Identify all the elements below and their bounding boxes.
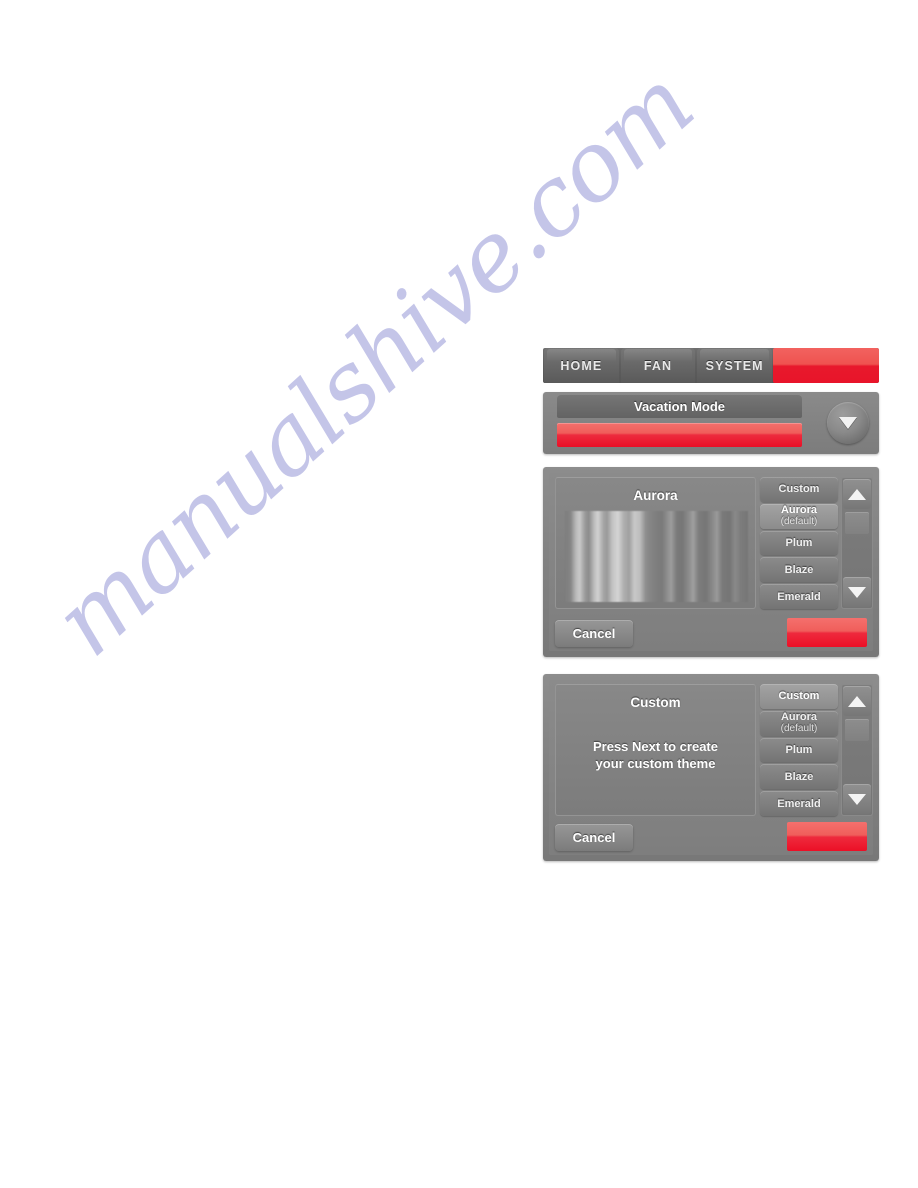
scroll-down-circle-button[interactable] xyxy=(827,402,869,444)
theme-option-custom[interactable]: Custom xyxy=(760,477,838,502)
theme-option-sublabel: (default) xyxy=(780,723,818,735)
theme-preview-title: Custom xyxy=(630,695,681,710)
tab-fan[interactable]: FAN xyxy=(620,348,696,383)
theme-preview: Custom Press Next to create your custom t… xyxy=(555,684,756,816)
theme-preview-stripes xyxy=(565,511,748,602)
tab-system[interactable]: SYSTEM xyxy=(697,348,773,383)
next-button[interactable] xyxy=(787,618,867,647)
theme-option-list: Custom Aurora (default) Plum Blaze Emera… xyxy=(760,477,838,609)
triangle-up-icon xyxy=(848,488,866,500)
vacation-mode-screenshot: Vacation Mode xyxy=(543,392,879,454)
navbar: HOME FAN SYSTEM xyxy=(543,348,879,383)
theme-list-scrollbar[interactable] xyxy=(841,684,873,816)
theme-picker-aurora-screenshot: Aurora Custom Aurora (default) Plum Blaz… xyxy=(543,467,879,657)
theme-picker-bezel: Aurora Custom Aurora (default) Plum Blaz… xyxy=(543,467,879,657)
scroll-up-button[interactable] xyxy=(843,686,871,716)
scrollbar-thumb[interactable] xyxy=(845,512,869,534)
theme-option-emerald[interactable]: Emerald xyxy=(760,791,838,816)
theme-picker-screen: Aurora Custom Aurora (default) Plum Blaz… xyxy=(549,473,873,651)
theme-option-label: Emerald xyxy=(777,797,821,810)
theme-option-aurora[interactable]: Aurora (default) xyxy=(760,503,838,529)
theme-option-label: Custom xyxy=(778,483,820,496)
theme-option-label: Aurora xyxy=(780,504,818,517)
theme-option-label: Custom xyxy=(778,690,820,703)
next-button[interactable] xyxy=(787,822,867,851)
scrollbar-thumb[interactable] xyxy=(845,719,869,741)
page-root: manualshive.com HOME FAN SYSTEM Vacation… xyxy=(0,0,918,1188)
triangle-down-icon xyxy=(848,793,866,805)
theme-preview-message: Press Next to create your custom theme xyxy=(592,739,718,771)
navbar-action-button[interactable] xyxy=(773,348,879,383)
scroll-down-button[interactable] xyxy=(843,784,871,814)
theme-option-emerald[interactable]: Emerald xyxy=(760,584,838,609)
theme-preview: Aurora xyxy=(555,477,756,609)
vacation-panel: Vacation Mode xyxy=(543,392,879,454)
scroll-up-button[interactable] xyxy=(843,479,871,509)
tab-home[interactable]: HOME xyxy=(544,348,619,383)
vacation-mode-title: Vacation Mode xyxy=(557,395,802,418)
theme-option-label: Aurora xyxy=(780,711,818,724)
triangle-down-icon xyxy=(848,586,866,598)
theme-option-plum[interactable]: Plum xyxy=(760,737,838,763)
theme-option-plum[interactable]: Plum xyxy=(760,530,838,556)
theme-option-label: Plum xyxy=(785,743,813,756)
cancel-button[interactable]: Cancel xyxy=(555,824,633,851)
theme-option-custom[interactable]: Custom xyxy=(760,684,838,709)
scroll-down-button[interactable] xyxy=(843,577,871,607)
theme-option-aurora[interactable]: Aurora (default) xyxy=(760,710,838,736)
thermostat-navbar-screenshot: HOME FAN SYSTEM xyxy=(543,348,879,383)
theme-picker-screen: Custom Press Next to create your custom t… xyxy=(549,680,873,855)
theme-picker-bezel: Custom Press Next to create your custom t… xyxy=(543,674,879,861)
theme-preview-title: Aurora xyxy=(633,488,678,503)
theme-picker-custom-screenshot: Custom Press Next to create your custom t… xyxy=(543,674,879,861)
theme-option-blaze[interactable]: Blaze xyxy=(760,557,838,583)
triangle-up-icon xyxy=(848,695,866,707)
theme-option-label: Blaze xyxy=(784,770,814,783)
theme-option-label: Blaze xyxy=(784,563,814,576)
theme-list-scrollbar[interactable] xyxy=(841,477,873,609)
chevron-down-icon xyxy=(839,417,857,429)
vacation-mode-button[interactable] xyxy=(557,423,802,447)
theme-option-sublabel: (default) xyxy=(780,516,818,528)
cancel-button[interactable]: Cancel xyxy=(555,620,633,647)
theme-option-label: Plum xyxy=(785,536,813,549)
theme-option-blaze[interactable]: Blaze xyxy=(760,764,838,790)
theme-option-label: Emerald xyxy=(777,590,821,603)
theme-option-list: Custom Aurora (default) Plum Blaze Emera… xyxy=(760,684,838,816)
